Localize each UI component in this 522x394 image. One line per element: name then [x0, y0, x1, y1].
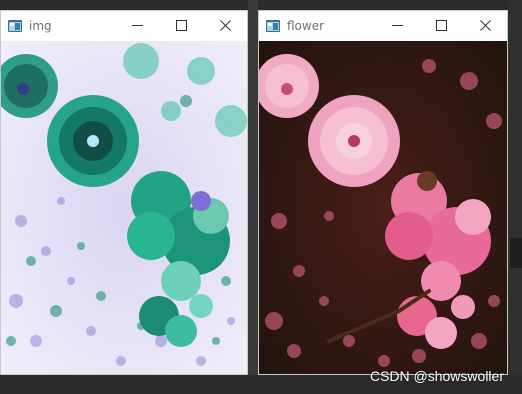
window-app-icon — [8, 19, 22, 32]
close-button[interactable] — [203, 11, 247, 40]
maximize-icon — [435, 20, 447, 31]
img-window-titlebar[interactable]: img — [1, 11, 247, 40]
flower-window-titlebar[interactable]: flower — [259, 11, 507, 40]
maximize-button[interactable] — [159, 11, 203, 40]
close-button[interactable] — [463, 11, 507, 40]
csdn-watermark: CSDN @showswoller — [369, 368, 504, 384]
flower-canvas — [259, 41, 507, 374]
flower-photo — [259, 41, 507, 374]
minimize-icon — [131, 25, 143, 26]
close-icon — [219, 20, 231, 31]
desktop-gap — [248, 0, 258, 394]
flower-window[interactable]: flower — [258, 10, 508, 375]
desktop-right-strip — [508, 0, 522, 394]
img-window[interactable]: img — [0, 10, 248, 375]
img-window-title: img — [29, 18, 52, 33]
close-icon — [479, 20, 491, 31]
maximize-button[interactable] — [419, 11, 463, 40]
inverted-flower-image — [1, 41, 247, 374]
flower-window-title: flower — [287, 18, 325, 33]
minimize-icon — [391, 25, 403, 26]
img-canvas — [1, 41, 247, 374]
minimize-button[interactable] — [115, 11, 159, 40]
maximize-icon — [175, 20, 187, 31]
window-app-icon — [266, 19, 280, 32]
minimize-button[interactable] — [375, 11, 419, 40]
desktop-right-strip-dark — [510, 238, 522, 268]
